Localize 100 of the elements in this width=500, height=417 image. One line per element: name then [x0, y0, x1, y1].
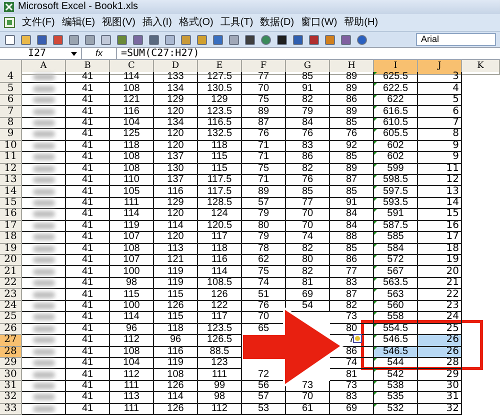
dropdown-icon[interactable]	[71, 52, 77, 56]
table-cell: 77	[346, 266, 358, 277]
row-header[interactable]: 10	[0, 140, 22, 152]
row-header[interactable]: 6	[0, 94, 22, 106]
menu-item[interactable]: 编辑(E)	[62, 18, 96, 28]
table-cell: 20	[446, 266, 459, 277]
menu-item[interactable]: 文件(F)	[22, 18, 55, 28]
row-header[interactable]: 24	[0, 300, 22, 312]
row-header[interactable]: 32	[0, 392, 22, 404]
row-header[interactable]: 15	[0, 198, 22, 210]
blurred-name	[32, 246, 54, 252]
row-header[interactable]: 23	[0, 289, 22, 301]
blurred-name	[32, 302, 54, 309]
blurred-name	[32, 131, 54, 138]
row-header[interactable]: 27	[0, 335, 22, 346]
table-cell: 115	[212, 164, 228, 174]
table-cell: 23	[446, 300, 459, 311]
table-cell: 85	[346, 152, 358, 162]
table-cell: 119	[168, 358, 184, 368]
row-header[interactable]: 16	[0, 209, 22, 221]
table-cell: 92	[346, 140, 358, 151]
table-cell: 120	[167, 106, 184, 117]
table-cell: 74	[346, 358, 358, 368]
workbook-icon[interactable]	[4, 17, 15, 28]
row-header[interactable]: 14	[0, 186, 22, 198]
row-header[interactable]: 11	[0, 152, 22, 164]
table-cell: 76	[302, 175, 314, 186]
table-cell: 41	[82, 244, 94, 254]
table-cell: 13	[446, 186, 459, 197]
table-cell: 130.5	[206, 84, 232, 94]
table-cell: 128.5	[206, 198, 232, 208]
table-cell: 75	[258, 164, 270, 174]
menu-item[interactable]: 插入(I)	[142, 18, 172, 28]
blurred-name	[32, 86, 54, 92]
row-header[interactable]: 22	[0, 278, 22, 290]
smart-tag-icon[interactable]	[353, 334, 362, 343]
row-header[interactable]: 4	[0, 72, 22, 84]
table-cell: 82	[302, 164, 314, 174]
row-header[interactable]: 7	[0, 106, 22, 118]
blurred-name	[32, 97, 54, 104]
menu-item[interactable]: 工具(T)	[220, 18, 254, 28]
table-cell: 41	[82, 358, 94, 368]
row-header[interactable]: 31	[0, 380, 22, 392]
row-header[interactable]: 17	[0, 220, 22, 232]
row-header[interactable]: 20	[0, 255, 22, 266]
row-header[interactable]: 13	[0, 174, 22, 186]
blurred-name	[32, 268, 54, 275]
row-header[interactable]: 33	[0, 404, 22, 416]
table-cell: 88	[346, 232, 358, 242]
table-cell: 87	[258, 118, 270, 128]
table-cell: 73	[302, 381, 314, 392]
menu-item[interactable]: 帮助(H)	[344, 18, 378, 28]
table-cell: 124	[211, 209, 228, 220]
row-header[interactable]: 18	[0, 232, 22, 244]
table-cell: 3	[452, 72, 459, 82]
table-cell: 118	[168, 324, 184, 334]
table-cell: 69	[302, 290, 314, 300]
table-cell: 599	[387, 164, 404, 174]
table-cell: 84	[346, 209, 358, 220]
row-header[interactable]: 25	[0, 312, 22, 324]
row-header[interactable]: 28	[0, 346, 22, 358]
menu-item[interactable]: 视图(V)	[102, 18, 136, 28]
table-cell: 74	[302, 232, 314, 242]
row-header[interactable]: 21	[0, 266, 22, 278]
menu-item[interactable]: 格式(O)	[178, 18, 214, 28]
table-cell: 107	[123, 255, 140, 266]
table-cell: 61	[302, 404, 314, 414]
row-header[interactable]: 12	[0, 164, 22, 175]
menu-item[interactable]: 窗口(W)	[301, 18, 338, 28]
name-box[interactable]: I27	[0, 48, 82, 59]
table-cell: 126	[167, 300, 184, 311]
table-cell: 120	[167, 232, 184, 242]
row-header[interactable]: 26	[0, 324, 22, 336]
table-cell: 602	[387, 152, 404, 162]
function-label[interactable]: fx	[82, 46, 116, 60]
row-header[interactable]: 29	[0, 358, 22, 370]
font-field[interactable]: Arial	[416, 33, 496, 46]
table-cell: 85	[346, 186, 358, 197]
blurred-name	[32, 383, 54, 390]
formula-field[interactable]: =SUM(C27:H27)	[116, 48, 500, 59]
table-cell: 593.5	[382, 198, 408, 208]
table-cell: 118	[124, 140, 140, 151]
table-cell: 79	[258, 232, 270, 242]
row-header[interactable]: 19	[0, 244, 22, 255]
row-header[interactable]: 9	[0, 129, 22, 141]
table-cell: 591	[387, 209, 404, 220]
table-cell: 134	[167, 118, 184, 128]
row-header[interactable]: 30	[0, 369, 22, 381]
table-cell: 108	[123, 84, 140, 94]
menu-item[interactable]: 数据(D)	[260, 18, 294, 28]
table-cell: 75	[258, 266, 270, 277]
row-header[interactable]: 5	[0, 83, 22, 95]
table-cell: 78	[258, 244, 270, 254]
table-cell: 79	[258, 209, 270, 220]
table-cell: 86	[302, 152, 314, 162]
table-cell: 120	[167, 129, 184, 140]
table-cell: 85	[302, 186, 314, 197]
table-cell: 538	[387, 381, 404, 392]
row-header[interactable]: 8	[0, 118, 22, 130]
column-header[interactable]: K	[462, 60, 500, 74]
